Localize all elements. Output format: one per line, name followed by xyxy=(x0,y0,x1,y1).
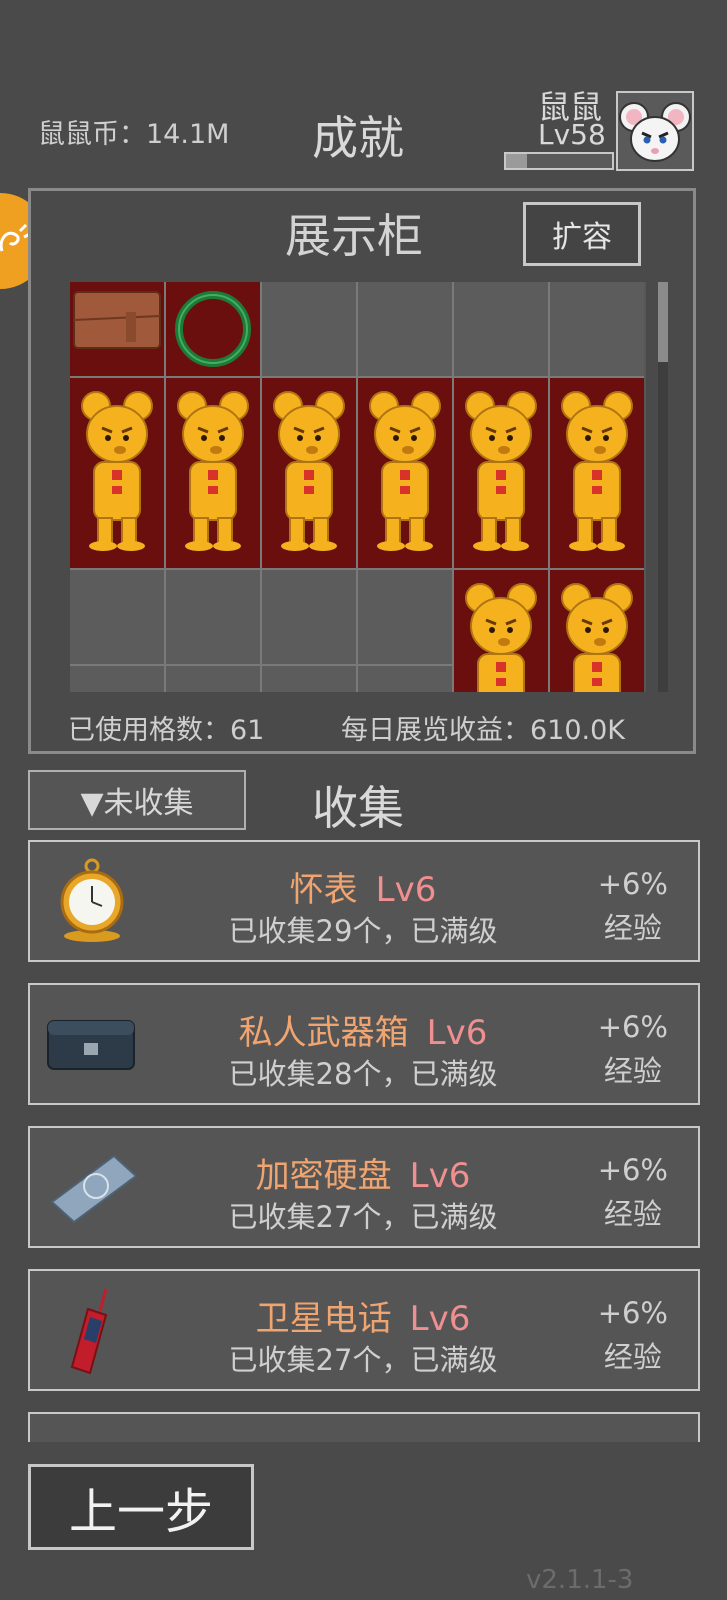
item-name: 卫星电话 xyxy=(255,1299,392,1339)
cabinet-scrollbar[interactable] xyxy=(658,282,668,692)
collection-list[interactable]: 怀表 Lv6 已收集29个，已满级 +6% 经验 私人武器箱 Lv6 已收集28个，已… xyxy=(28,840,700,1442)
expand-cabinet-button[interactable]: 扩容 xyxy=(523,202,641,266)
cabinet-slot[interactable] xyxy=(262,378,356,568)
cabinet-slot[interactable] xyxy=(166,282,260,376)
cabinet-slot[interactable] xyxy=(550,570,644,692)
daily-exhibit-income: 每日展览收益：610.0K xyxy=(341,715,626,746)
cabinet-slot[interactable] xyxy=(166,378,260,568)
item-bonus: +6% 经验 xyxy=(597,1296,668,1374)
cabinet-slot-empty[interactable] xyxy=(358,282,452,376)
jade-bracelet-icon xyxy=(175,291,251,367)
page-title: 成就 xyxy=(312,111,404,165)
uncollected-filter-button[interactable]: ▼未收集 xyxy=(28,770,246,830)
item-level: Lv6 xyxy=(375,870,437,910)
cabinet-slot-empty[interactable] xyxy=(454,282,548,376)
item-level: Lv6 xyxy=(409,1156,471,1196)
player-avatar[interactable] xyxy=(616,91,694,171)
cabinet-slot-empty[interactable] xyxy=(262,666,356,692)
item-bonus: +6% 经验 xyxy=(597,867,668,945)
cabinet-slot[interactable] xyxy=(70,378,164,568)
pocket-watch-icon xyxy=(44,856,140,946)
player-level: Lv58 xyxy=(538,118,606,151)
item-status: 已收集27个，已满级 xyxy=(228,1200,498,1234)
golden-bear-icon xyxy=(177,391,249,551)
cabinet-slot-empty[interactable] xyxy=(262,282,356,376)
item-bonus: +6% 经验 xyxy=(597,1153,668,1231)
currency-balance: 鼠鼠币：14.1M xyxy=(38,119,230,150)
cabinet-slot-empty[interactable] xyxy=(550,282,644,376)
cabinet-title: 展示柜 xyxy=(285,209,423,263)
golden-bear-icon xyxy=(369,391,441,551)
mouse-avatar-icon xyxy=(619,102,691,162)
cabinet-slot[interactable] xyxy=(454,378,548,568)
version-label: v2.1.1-3 xyxy=(526,1565,634,1595)
cabinet-slot-empty[interactable] xyxy=(358,570,452,664)
back-button[interactable]: 上一步 xyxy=(28,1464,254,1550)
golden-bear-icon xyxy=(465,391,537,551)
collection-item[interactable]: 私人武器箱 Lv6 已收集28个，已满级 +6% 经验 xyxy=(28,983,700,1105)
collection-title: 收集 xyxy=(312,781,404,835)
satellite-phone-icon xyxy=(44,1285,140,1375)
cabinet-slot-empty[interactable] xyxy=(262,570,356,664)
hard-drive-icon xyxy=(44,1142,140,1232)
weapon-case-icon xyxy=(44,999,140,1089)
item-level: Lv6 xyxy=(409,1299,471,1339)
golden-bear-icon xyxy=(465,583,537,692)
cabinet-slot[interactable] xyxy=(70,282,164,376)
cabinet-slot[interactable] xyxy=(358,378,452,568)
xp-progress-bar xyxy=(504,152,614,170)
cabinet-grid[interactable] xyxy=(70,282,646,692)
golden-bear-icon xyxy=(561,391,633,551)
golden-bear-icon xyxy=(273,391,345,551)
collection-item[interactable]: 卫星电话 Lv6 已收集27个，已满级 +6% 经验 xyxy=(28,1269,700,1391)
leather-folder-icon xyxy=(73,291,161,349)
cabinet-slot-empty[interactable] xyxy=(70,570,164,664)
used-slots-count: 已使用格数：61 xyxy=(68,715,265,746)
cabinet-slot-empty[interactable] xyxy=(166,570,260,664)
item-bonus: +6% 经验 xyxy=(597,1010,668,1088)
item-status: 已收集28个，已满级 xyxy=(228,1057,498,1091)
item-name: 私人武器箱 xyxy=(238,1013,409,1053)
cabinet-slot-empty[interactable] xyxy=(166,666,260,692)
item-name: 加密硬盘 xyxy=(255,1156,392,1196)
collection-item[interactable]: 加密硬盘 Lv6 已收集27个，已满级 +6% 经验 xyxy=(28,1126,700,1248)
cabinet-slot[interactable] xyxy=(454,570,548,692)
golden-bear-icon xyxy=(81,391,153,551)
item-name: 怀表 xyxy=(289,870,358,910)
golden-bear-icon xyxy=(561,583,633,692)
item-status: 已收集29个，已满级 xyxy=(228,914,498,948)
cabinet-slot-empty[interactable] xyxy=(358,666,452,692)
item-level: Lv6 xyxy=(426,1013,488,1053)
collection-item[interactable]: 怀表 Lv6 已收集29个，已满级 +6% 经验 xyxy=(28,840,700,962)
collection-item[interactable] xyxy=(28,1412,700,1442)
cabinet-slot-empty[interactable] xyxy=(70,666,164,692)
cabinet-slot[interactable] xyxy=(550,378,644,568)
item-status: 已收集27个，已满级 xyxy=(228,1343,498,1377)
